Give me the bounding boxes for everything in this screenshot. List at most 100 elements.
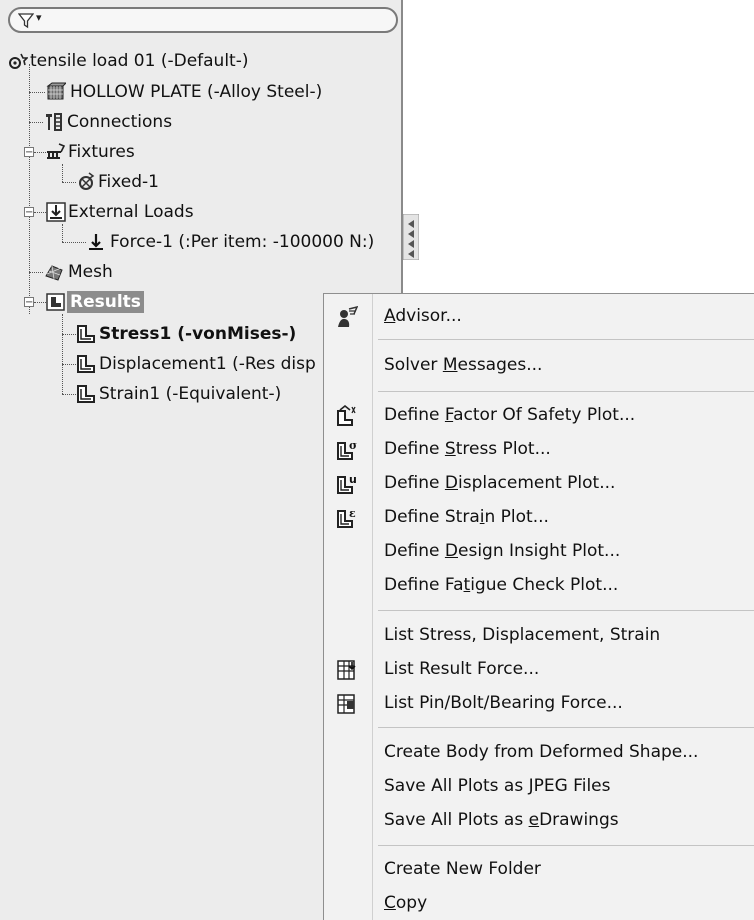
sigma-icon-letter: σ bbox=[349, 439, 357, 452]
menu-item-list-result-force[interactable]: List Result Force... bbox=[324, 652, 754, 686]
collapse-results-toggle[interactable]: − bbox=[24, 297, 34, 308]
tree-line bbox=[29, 92, 45, 93]
tree-item-fixtures[interactable]: Fixtures bbox=[46, 138, 246, 166]
tree-line bbox=[62, 164, 63, 182]
study-icon bbox=[9, 53, 28, 69]
menu-item-solver-messages[interactable]: Solver Messages... bbox=[324, 348, 754, 382]
tree-line bbox=[62, 242, 86, 243]
list-result-force-icon bbox=[337, 660, 356, 680]
menu-item-label: Define Stress Plot... bbox=[384, 439, 551, 459]
menu-item-label: List Stress, Displacement, Strain bbox=[384, 625, 661, 645]
tree-line bbox=[62, 364, 76, 365]
tree-item-label: HOLLOW PLATE (-Alloy Steel-) bbox=[70, 82, 323, 102]
menu-item-label: Solver Messages... bbox=[384, 355, 543, 375]
menu-item-save-all-plots-edrawings[interactable]: Save All Plots as eDrawings bbox=[324, 803, 754, 837]
tree-line bbox=[62, 182, 76, 183]
tree-item-label: Fixed-1 bbox=[98, 172, 160, 192]
menu-item-label: Create Body from Deformed Shape... bbox=[384, 742, 699, 762]
tree-item-label: Displacement1 (-Res disp bbox=[99, 354, 316, 374]
tree-filter-box[interactable]: ▾ bbox=[8, 7, 398, 33]
menu-item-advisor[interactable]: Advisor... bbox=[324, 299, 754, 333]
menu-item-label: Copy bbox=[384, 893, 428, 913]
menu-item-list-stress-displacement-strain[interactable]: List Stress, Displacement, Strain bbox=[324, 618, 754, 652]
mesh-icon bbox=[45, 265, 63, 281]
u-icon-letter: u bbox=[349, 473, 357, 486]
menu-separator bbox=[378, 610, 754, 611]
menu-item-define-displacement-plot[interactable]: u Define Displacement Plot... bbox=[324, 466, 754, 500]
list-pin-bolt-force-icon bbox=[337, 694, 355, 714]
menu-item-define-factor-of-safety-plot[interactable]: Define Factor Of Safety Plot... bbox=[324, 398, 754, 432]
tree-line bbox=[29, 272, 43, 273]
menu-item-define-strain-plot[interactable]: ε Define Strain Plot... bbox=[324, 500, 754, 534]
collapse-external-loads-toggle[interactable]: − bbox=[24, 207, 34, 218]
tree-item-study[interactable]: tensile load 01 (-Default-) bbox=[8, 47, 398, 75]
menu-item-label: Save All Plots as JPEG Files bbox=[384, 776, 611, 796]
menu-item-define-fatigue-check-plot[interactable]: Define Fatigue Check Plot... bbox=[324, 568, 754, 602]
tree-item-label: Stress1 (-vonMises-) bbox=[99, 324, 297, 344]
tree-item-force-1[interactable]: Force-1 (:Per item: -100000 N:) bbox=[86, 228, 396, 256]
tree-item-external-loads[interactable]: External Loads bbox=[46, 198, 246, 226]
collapse-fixtures-toggle[interactable]: − bbox=[24, 147, 34, 158]
solid-body-icon bbox=[46, 82, 66, 100]
tree-line bbox=[29, 64, 30, 314]
tree-item-connections[interactable]: Connections bbox=[44, 108, 244, 136]
menu-item-create-new-folder[interactable]: Create New Folder bbox=[324, 852, 754, 886]
fixed-geometry-icon bbox=[79, 172, 95, 190]
plot-icon bbox=[77, 385, 95, 403]
external-loads-icon bbox=[46, 202, 66, 222]
tree-line bbox=[29, 122, 43, 123]
panel-collapse-handle[interactable] bbox=[403, 214, 419, 260]
tree-line bbox=[62, 394, 76, 395]
menu-item-label: Save All Plots as eDrawings bbox=[384, 810, 619, 830]
tree-item-results[interactable]: Results bbox=[46, 288, 246, 316]
menu-item-label: Define Fatigue Check Plot... bbox=[384, 575, 619, 595]
menu-item-label: Define Design Insight Plot... bbox=[384, 541, 621, 561]
menu-item-label: List Result Force... bbox=[384, 659, 540, 679]
menu-separator bbox=[378, 727, 754, 728]
advisor-icon bbox=[338, 306, 358, 327]
menu-item-label: Create New Folder bbox=[384, 859, 541, 879]
displacement-plot-icon: u bbox=[337, 473, 357, 494]
filter-dropdown-arrow[interactable]: ▾ bbox=[36, 11, 42, 24]
tree-item-label: Fixtures bbox=[68, 142, 135, 162]
tree-item-label: Strain1 (-Equivalent-) bbox=[99, 384, 282, 404]
tree-item-displacement1[interactable]: Displacement1 (-Res disp bbox=[76, 350, 326, 378]
menu-item-label: Define Factor Of Safety Plot... bbox=[384, 405, 636, 425]
menu-item-label: Advisor... bbox=[384, 306, 462, 326]
menu-item-copy[interactable]: Copy bbox=[324, 886, 754, 920]
tree-item-label: External Loads bbox=[68, 202, 194, 222]
tree-line bbox=[62, 334, 76, 335]
results-context-menu: Advisor... Solver Messages... Define Fac… bbox=[323, 293, 754, 920]
menu-item-list-pin-bolt-bearing-force[interactable]: List Pin/Bolt/Bearing Force... bbox=[324, 686, 754, 720]
tree-item-label: Results bbox=[67, 291, 144, 313]
connections-icon bbox=[46, 113, 62, 131]
menu-separator bbox=[378, 391, 754, 392]
menu-separator bbox=[378, 339, 754, 340]
tree-item-stress1[interactable]: Stress1 (-vonMises-) bbox=[76, 320, 326, 348]
tree-item-mesh[interactable]: Mesh bbox=[44, 258, 244, 286]
tree-item-hollow-plate[interactable]: HOLLOW PLATE (-Alloy Steel-) bbox=[46, 78, 396, 106]
tree-item-fixed-1[interactable]: Fixed-1 bbox=[76, 168, 276, 196]
tree-item-label: Connections bbox=[67, 112, 173, 132]
tree-line bbox=[62, 314, 63, 394]
tree-item-label: tensile load 01 (-Default-) bbox=[30, 51, 249, 71]
menu-item-save-all-plots-jpeg[interactable]: Save All Plots as JPEG Files bbox=[324, 769, 754, 803]
stress-plot-icon: σ bbox=[337, 439, 357, 460]
tree-item-strain1[interactable]: Strain1 (-Equivalent-) bbox=[76, 380, 326, 408]
tree-item-label: Mesh bbox=[68, 262, 113, 282]
strain-plot-icon: ε bbox=[337, 507, 356, 528]
menu-item-create-body-from-deformed-shape[interactable]: Create Body from Deformed Shape... bbox=[324, 735, 754, 769]
epsilon-icon-letter: ε bbox=[349, 507, 356, 520]
menu-item-label: Define Displacement Plot... bbox=[384, 473, 616, 493]
menu-item-define-stress-plot[interactable]: σ Define Stress Plot... bbox=[324, 432, 754, 466]
menu-item-define-design-insight-plot[interactable]: Define Design Insight Plot... bbox=[324, 534, 754, 568]
tree-line bbox=[62, 224, 63, 242]
fixtures-icon bbox=[47, 143, 66, 159]
plot-icon bbox=[77, 355, 95, 373]
menu-item-label: Define Strain Plot... bbox=[384, 507, 549, 527]
filter-icon[interactable] bbox=[18, 12, 34, 30]
factor-of-safety-plot-icon bbox=[337, 405, 356, 426]
results-folder-icon bbox=[46, 293, 65, 311]
plot-icon bbox=[77, 325, 95, 343]
menu-item-label: List Pin/Bolt/Bearing Force... bbox=[384, 693, 623, 713]
